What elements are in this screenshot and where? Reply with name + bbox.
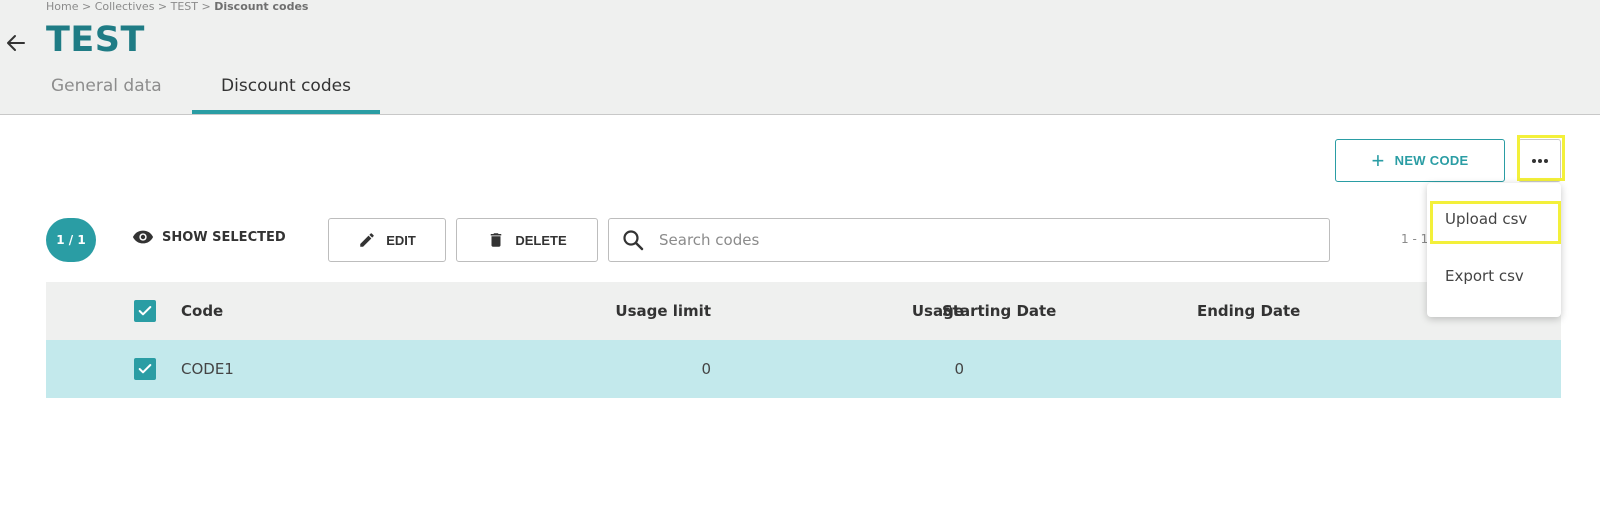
eye-icon bbox=[132, 230, 154, 244]
new-code-button[interactable]: + NEW CODE bbox=[1335, 139, 1505, 182]
delete-label: DELETE bbox=[515, 232, 567, 248]
tab-discount-codes[interactable]: Discount codes bbox=[192, 76, 380, 114]
pagination-info: 1 - 1 bbox=[1401, 232, 1429, 246]
checkbox-checked-icon bbox=[138, 306, 152, 316]
column-header-code[interactable]: Code bbox=[181, 282, 223, 340]
trash-icon bbox=[491, 233, 502, 247]
breadcrumb-test[interactable]: TEST bbox=[171, 0, 198, 13]
breadcrumb-separator: > bbox=[81, 0, 92, 13]
breadcrumb-collectives[interactable]: Collectives bbox=[95, 0, 155, 13]
column-header-ending-date[interactable]: Ending Date bbox=[1197, 282, 1300, 340]
breadcrumb: Home > Collectives > TEST > Discount cod… bbox=[46, 0, 308, 13]
arrow-left-icon[interactable] bbox=[4, 31, 28, 55]
column-header-usage[interactable]: Usage bbox=[746, 282, 964, 340]
show-selected-label: SHOW SELECTED bbox=[162, 229, 286, 245]
search-box bbox=[608, 218, 1330, 262]
table-row[interactable]: CODE1 0 0 bbox=[46, 340, 1561, 398]
checkbox-checked-icon bbox=[138, 364, 152, 374]
page-title: TEST bbox=[46, 20, 145, 60]
column-header-starting-date[interactable]: Starting Date bbox=[942, 282, 1056, 340]
menu-item-export-csv[interactable]: Export csv bbox=[1445, 267, 1524, 285]
cell-usage-limit: 0 bbox=[701, 360, 711, 378]
more-options-button[interactable] bbox=[1518, 139, 1561, 182]
selection-count-badge: 1 / 1 bbox=[46, 218, 96, 262]
cell-usage: 0 bbox=[954, 360, 964, 378]
plus-icon: + bbox=[1371, 147, 1385, 173]
delete-button[interactable]: DELETE bbox=[456, 218, 598, 262]
select-all-checkbox[interactable] bbox=[134, 300, 156, 322]
breadcrumb-separator: > bbox=[157, 0, 168, 13]
edit-label: EDIT bbox=[386, 232, 416, 248]
breadcrumb-home[interactable]: Home bbox=[46, 0, 78, 13]
pencil-icon bbox=[360, 233, 374, 247]
breadcrumb-current: Discount codes bbox=[214, 0, 309, 13]
new-code-label: NEW CODE bbox=[1394, 153, 1469, 168]
tab-general-data[interactable]: General data bbox=[51, 76, 162, 114]
edit-button[interactable]: EDIT bbox=[328, 218, 446, 262]
page-header: Home > Collectives > TEST > Discount cod… bbox=[0, 0, 1600, 115]
more-horizontal-icon bbox=[1531, 158, 1548, 163]
search-input[interactable] bbox=[659, 231, 1299, 249]
row-checkbox[interactable] bbox=[134, 358, 156, 380]
menu-item-upload-csv[interactable]: Upload csv bbox=[1445, 210, 1527, 228]
table-header: Code Usage limit Usage Starting Date End… bbox=[46, 282, 1561, 340]
cell-code: CODE1 bbox=[181, 360, 234, 378]
column-header-usage-limit[interactable]: Usage limit bbox=[466, 282, 711, 340]
breadcrumb-separator: > bbox=[201, 0, 211, 13]
more-options-menu: Upload csv Export csv bbox=[1427, 183, 1561, 317]
show-selected-button[interactable]: SHOW SELECTED bbox=[132, 229, 286, 245]
search-icon bbox=[623, 230, 644, 251]
